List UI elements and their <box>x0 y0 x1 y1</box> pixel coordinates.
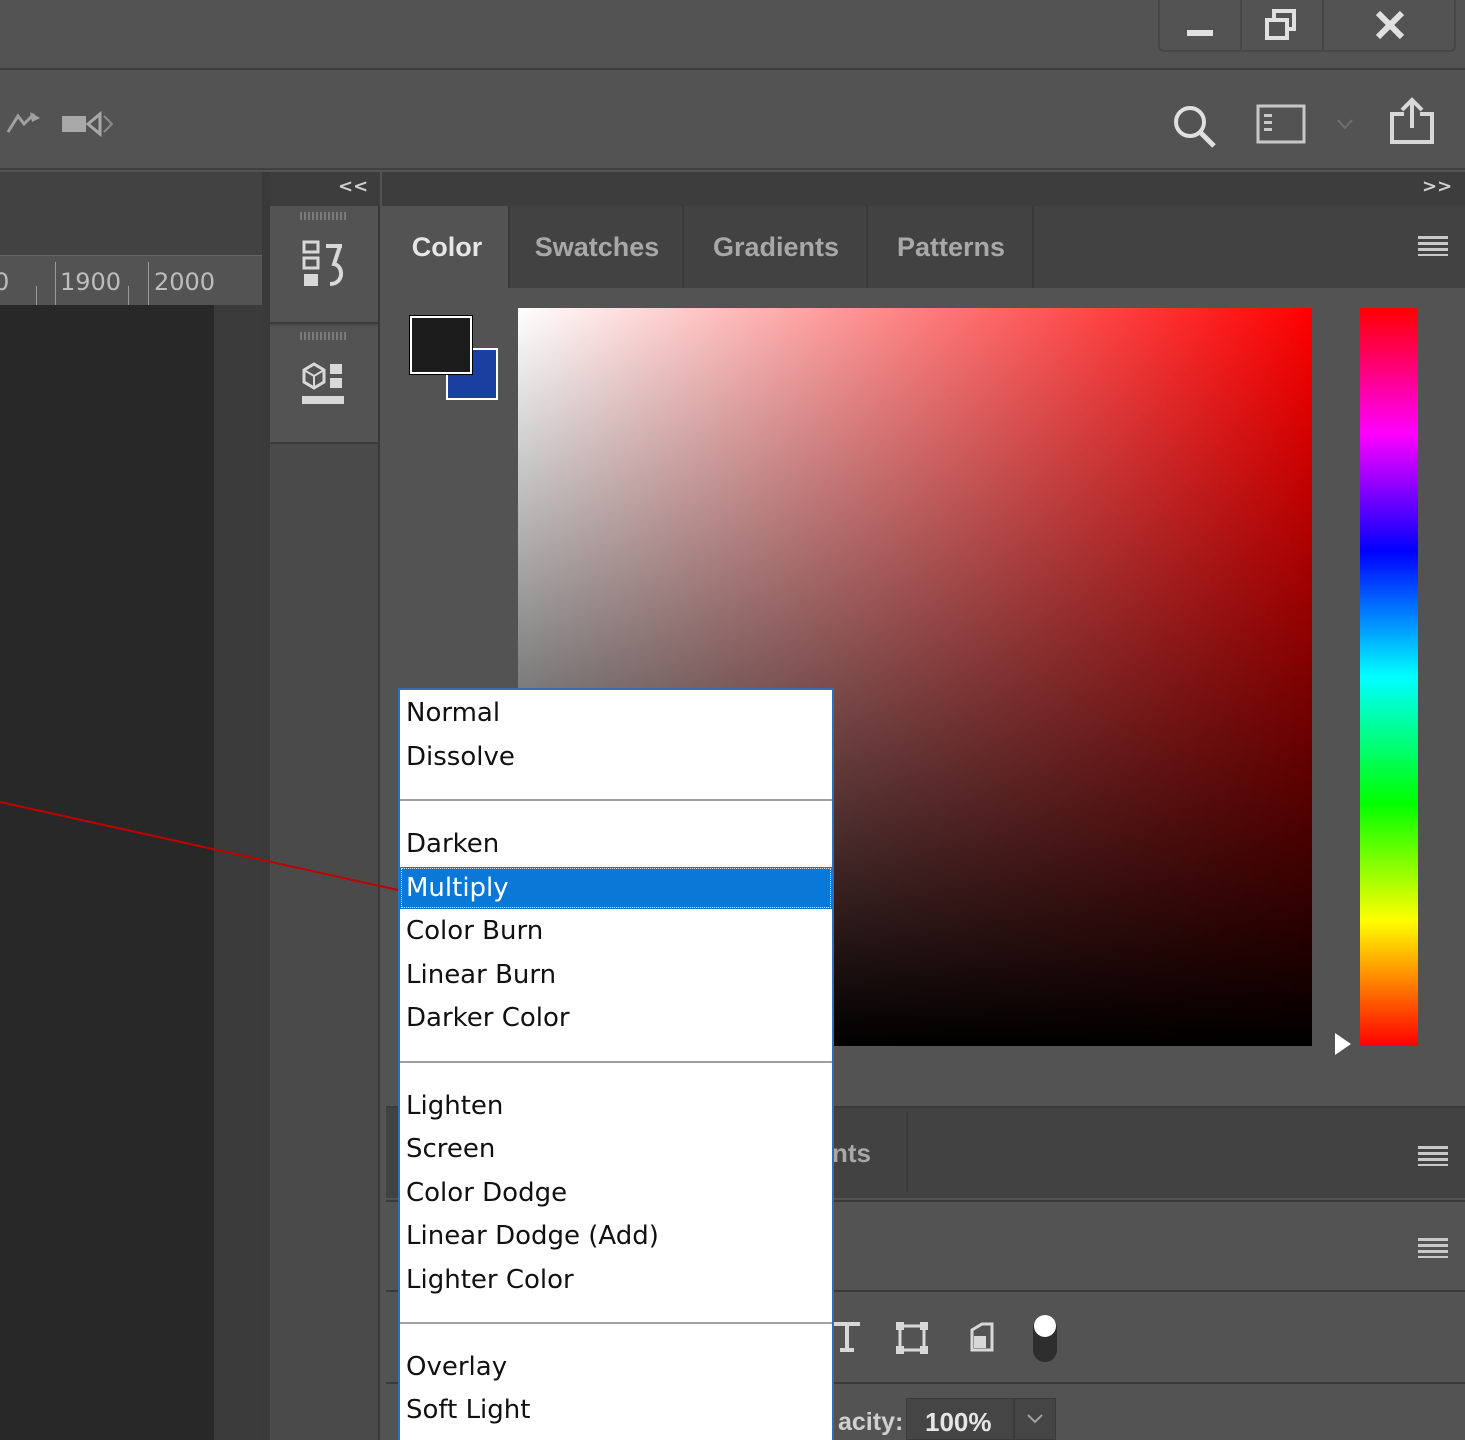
minimize-button[interactable] <box>1160 0 1240 50</box>
blend-option-dissolve[interactable]: Dissolve <box>400 736 832 778</box>
hue-slider-handle[interactable] <box>1335 1033 1351 1055</box>
menu-divider <box>400 1061 832 1063</box>
history-panel-button[interactable] <box>270 206 378 324</box>
collapse-left-button[interactable]: << <box>338 176 368 197</box>
restore-icon <box>1265 9 1296 40</box>
blend-option-color-dodge[interactable]: Color Dodge <box>400 1172 832 1214</box>
blend-option-darken[interactable]: Darken <box>400 823 832 865</box>
minimize-icon <box>1187 30 1213 36</box>
properties-panel-button[interactable] <box>270 326 378 444</box>
hue-slider[interactable] <box>1360 308 1418 1046</box>
pasteboard <box>214 305 262 1440</box>
smart-object-filter-icon[interactable] <box>966 1320 1000 1356</box>
opacity-label: acity: <box>838 1408 904 1436</box>
collapsed-panel-dock <box>270 172 380 1440</box>
ruler-label: 1900 <box>60 268 122 296</box>
horizontal-ruler: 0 1900 2000 <box>0 255 262 306</box>
drag-grip[interactable] <box>300 332 348 340</box>
blend-option-linear-burn[interactable]: Linear Burn <box>400 954 832 996</box>
opacity-input[interactable]: 100% <box>906 1398 1014 1440</box>
panel-divider[interactable] <box>262 172 270 1440</box>
panel-menu-icon[interactable] <box>1418 236 1448 256</box>
blend-option-darker-color[interactable]: Darker Color <box>400 997 832 1039</box>
options-toolbar <box>0 72 1465 170</box>
document-tab-bar <box>0 172 262 255</box>
close-icon <box>1375 10 1405 40</box>
blend-mode-dropdown[interactable]: Normal Dissolve Darken Multiply Color Bu… <box>398 688 834 1440</box>
foreground-color-swatch[interactable] <box>410 316 472 374</box>
tab-patterns[interactable]: Patterns <box>870 206 1034 288</box>
3d-slide-icon[interactable] <box>4 106 44 140</box>
panel-menu-icon[interactable] <box>1418 1238 1448 1258</box>
tab-divider <box>906 1112 908 1192</box>
tab-gradients[interactable]: Gradients <box>686 206 868 288</box>
share-icon[interactable] <box>1386 96 1438 148</box>
video-camera-icon[interactable] <box>60 108 116 138</box>
shape-filter-icon[interactable] <box>894 1320 930 1356</box>
blend-option-lighten[interactable]: Lighten <box>400 1085 832 1127</box>
panel-dock-header: >> <box>382 172 1465 206</box>
ruler-label: 2000 <box>154 268 216 296</box>
menu-divider <box>400 1322 832 1324</box>
panel-menu-icon[interactable] <box>1418 1146 1448 1166</box>
menu-divider <box>400 799 832 801</box>
opacity-dropdown-button[interactable] <box>1014 1398 1056 1440</box>
blend-option-soft-light[interactable]: Soft Light <box>400 1389 832 1431</box>
restore-button[interactable] <box>1240 0 1320 50</box>
workspace-icon[interactable] <box>1256 104 1308 146</box>
blend-option-normal[interactable]: Normal <box>400 692 832 734</box>
blend-option-lighter-color[interactable]: Lighter Color <box>400 1259 832 1301</box>
blend-option-overlay[interactable]: Overlay <box>400 1346 832 1388</box>
ruler-label: 0 <box>0 268 10 296</box>
type-filter-icon[interactable] <box>832 1320 862 1354</box>
document-canvas[interactable] <box>0 305 214 1440</box>
filter-toggle-icon[interactable] <box>1030 1310 1060 1366</box>
color-panel-tabs: Color Swatches Gradients Patterns <box>386 206 1465 288</box>
chevron-down-icon <box>1027 1414 1043 1424</box>
window-controls <box>1158 0 1456 52</box>
search-icon[interactable] <box>1170 102 1218 150</box>
tab-swatches[interactable]: Swatches <box>512 206 684 288</box>
3d-properties-icon <box>302 362 344 404</box>
drag-grip[interactable] <box>300 212 348 220</box>
blend-option-multiply[interactable]: Multiply <box>400 867 832 909</box>
tab-adjustments[interactable]: nts <box>832 1138 871 1169</box>
blend-option-color-burn[interactable]: Color Burn <box>400 910 832 952</box>
title-bar <box>0 0 1465 70</box>
blend-option-screen[interactable]: Screen <box>400 1128 832 1170</box>
blend-option-linear-dodge-add[interactable]: Linear Dodge (Add) <box>400 1215 832 1257</box>
workspace-chevron-down-icon[interactable] <box>1336 118 1354 132</box>
dock-header: << <box>270 172 380 206</box>
history-icon <box>302 240 343 286</box>
expand-panels-button[interactable]: >> <box>1422 176 1452 197</box>
tab-color[interactable]: Color <box>386 206 510 288</box>
close-button[interactable] <box>1322 0 1456 50</box>
